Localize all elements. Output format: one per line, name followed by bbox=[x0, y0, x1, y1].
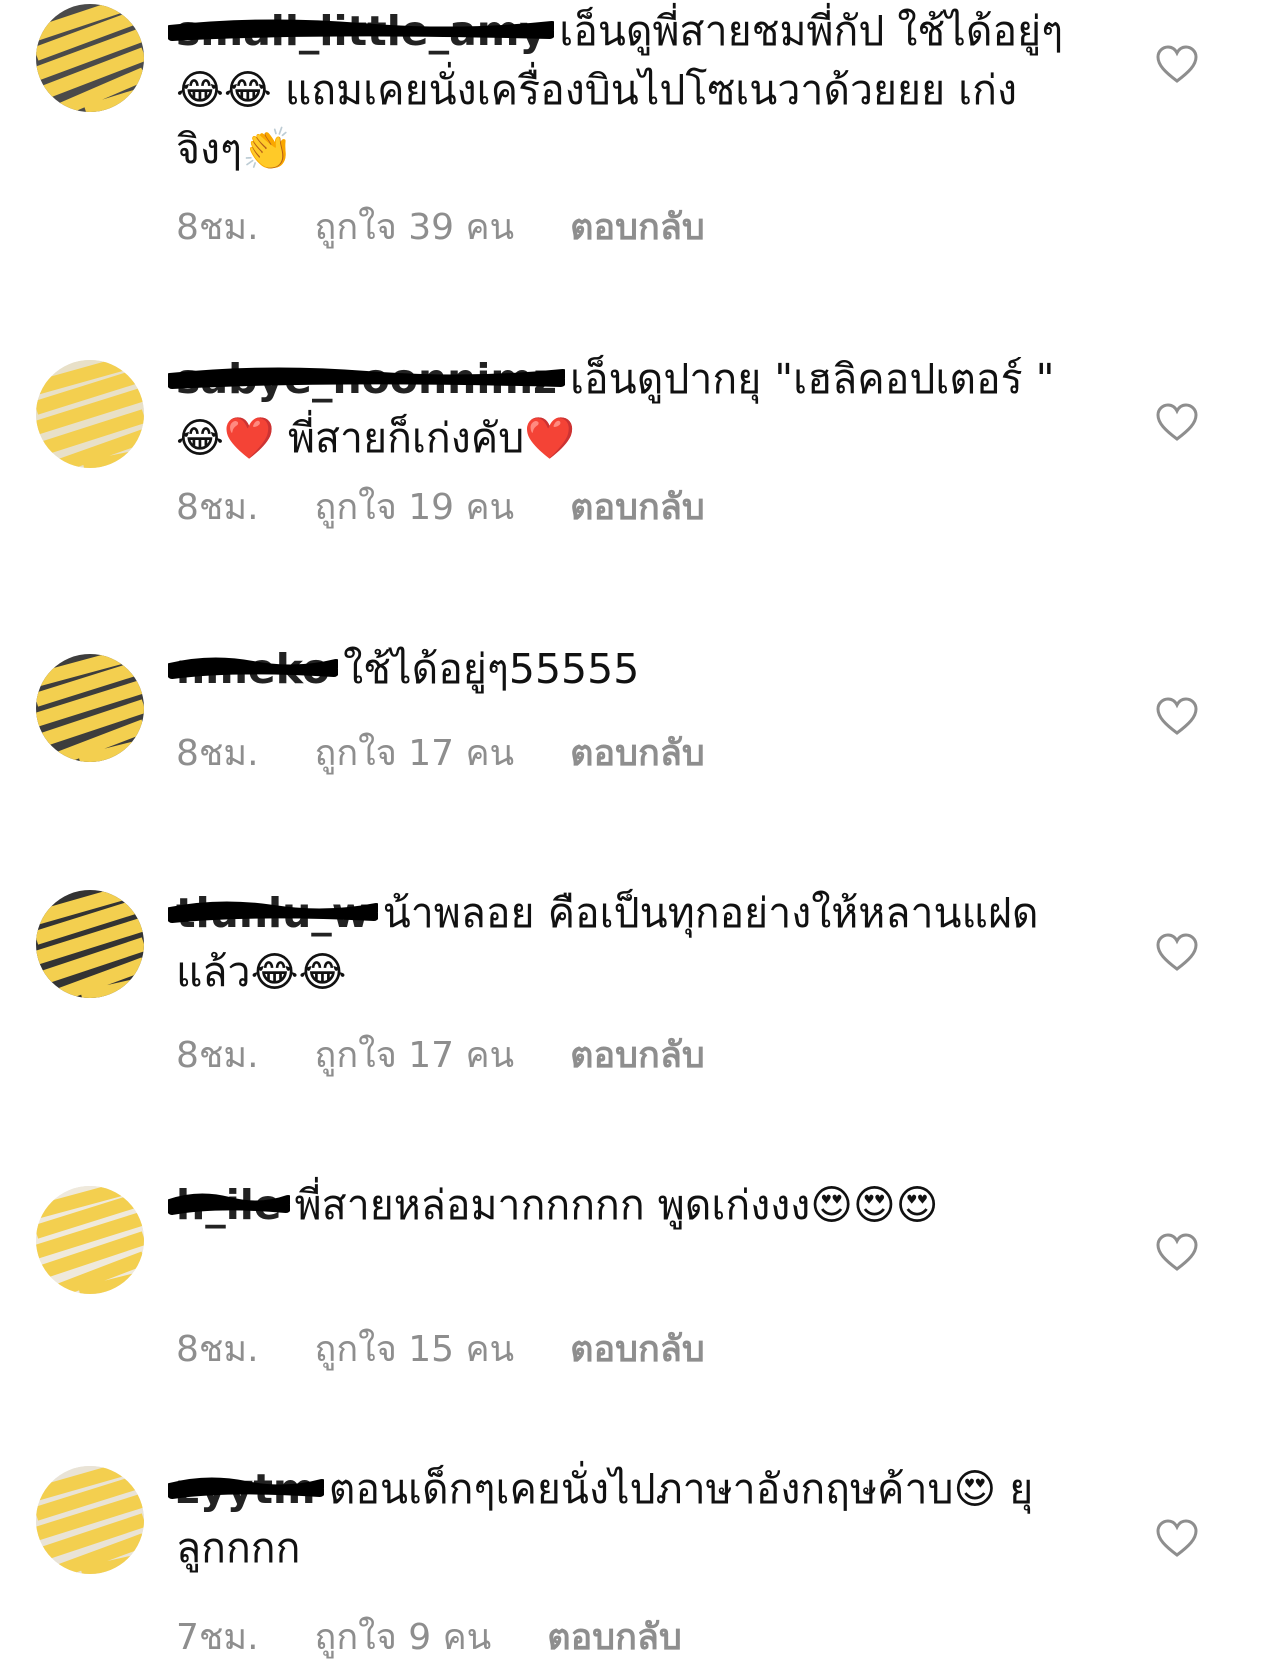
heart-outline-icon[interactable] bbox=[1155, 1518, 1199, 1558]
comment-likes[interactable]: ถูกใจ 17 คน bbox=[315, 1026, 515, 1083]
reply-button[interactable]: ตอบกลับ bbox=[570, 1320, 705, 1377]
comment-time: 8ชม. bbox=[176, 1035, 259, 1076]
comment-likes[interactable]: ถูกใจ 17 คน bbox=[315, 724, 515, 781]
comment-meta: 8ชม. ถูกใจ 19 คน ตอบกลับ bbox=[176, 478, 705, 535]
reply-button[interactable]: ตอบกลับ bbox=[570, 478, 705, 535]
redaction-scribble bbox=[168, 657, 338, 679]
comment-text: sabye_noonnimz เอ็นดูปากยุ "เฮลิคอปเตอร์… bbox=[168, 350, 1076, 468]
comment-likes[interactable]: ถูกใจ 15 คน bbox=[315, 1320, 515, 1377]
avatar[interactable] bbox=[36, 654, 144, 762]
comment-text: tlunlu_w น้าพลอย คือเป็นทุกอย่างให้หลานแ… bbox=[168, 884, 1076, 1002]
comment-likes[interactable]: ถูกใจ 39 คน bbox=[315, 198, 515, 255]
reply-button[interactable]: ตอบกลับ bbox=[570, 724, 705, 781]
comment-time: 8ชม. bbox=[176, 733, 259, 774]
redaction-scribble bbox=[168, 19, 554, 41]
comment-meta: 8ชม. ถูกใจ 39 คน ตอบกลับ bbox=[176, 198, 705, 255]
comment-username[interactable]: nmeko bbox=[168, 640, 338, 699]
comment-username[interactable]: zyytm bbox=[168, 1460, 324, 1519]
comment-meta: 8ชม. ถูกใจ 17 คน ตอบกลับ bbox=[176, 724, 705, 781]
heart-outline-icon[interactable] bbox=[1155, 402, 1199, 442]
comment-meta: 7ชม. ถูกใจ 9 คน ตอบกลับ bbox=[176, 1608, 682, 1665]
comments-list: small_little_amy เอ็นดูพี่สายชมพี่กัป ใช… bbox=[0, 0, 1266, 1674]
avatar[interactable] bbox=[36, 1186, 144, 1294]
redaction-scribble bbox=[168, 901, 378, 923]
heart-outline-icon[interactable] bbox=[1155, 932, 1199, 972]
comment-meta: 8ชม. ถูกใจ 15 คน ตอบกลับ bbox=[176, 1320, 705, 1377]
comment-time: 8ชม. bbox=[176, 1329, 259, 1370]
avatar[interactable] bbox=[36, 1466, 144, 1574]
reply-button[interactable]: ตอบกลับ bbox=[570, 1026, 705, 1083]
comment-time: 7ชม. bbox=[176, 1617, 259, 1658]
comment-likes[interactable]: ถูกใจ 9 คน bbox=[315, 1608, 492, 1665]
comment-username[interactable]: tlunlu_w bbox=[168, 884, 378, 943]
comment-text: zyytm ตอนเด็กๆเคยนั่งไปภาษาอังกฤษค้าบ😍 ย… bbox=[168, 1460, 1076, 1578]
comment-username[interactable]: sabye_noonnimz bbox=[168, 350, 565, 409]
comment-text: nmeko ใช้ได้อยู่ๆ55555 bbox=[168, 640, 1076, 699]
comment-meta: 8ชม. ถูกใจ 17 คน ตอบกลับ bbox=[176, 1026, 705, 1083]
comment-username[interactable]: small_little_amy bbox=[168, 2, 554, 61]
comment-text: h_ile พี่สายหล่อมากกกกก พูดเก่งงง😍😍😍 bbox=[168, 1176, 1076, 1235]
comment-text: small_little_amy เอ็นดูพี่สายชมพี่กัป ใช… bbox=[168, 2, 1076, 179]
comment-body: พี่สายหล่อมากกกกก พูดเก่งงง😍😍😍 bbox=[294, 1181, 939, 1229]
comment-likes[interactable]: ถูกใจ 19 คน bbox=[315, 478, 515, 535]
comment-time: 8ชม. bbox=[176, 207, 259, 248]
avatar[interactable] bbox=[36, 360, 144, 468]
reply-button[interactable]: ตอบกลับ bbox=[547, 1608, 682, 1665]
heart-outline-icon[interactable] bbox=[1155, 1232, 1199, 1272]
heart-outline-icon[interactable] bbox=[1155, 44, 1199, 84]
avatar[interactable] bbox=[36, 890, 144, 998]
redaction-scribble bbox=[168, 367, 565, 389]
reply-button[interactable]: ตอบกลับ bbox=[570, 198, 705, 255]
comment-time: 8ชม. bbox=[176, 487, 259, 528]
comment-body: ใช้ได้อยู่ๆ55555 bbox=[343, 645, 640, 693]
comment-username[interactable]: h_ile bbox=[168, 1176, 290, 1235]
avatar[interactable] bbox=[36, 4, 144, 112]
redaction-scribble bbox=[168, 1477, 324, 1499]
redaction-scribble bbox=[168, 1193, 290, 1215]
heart-outline-icon[interactable] bbox=[1155, 696, 1199, 736]
